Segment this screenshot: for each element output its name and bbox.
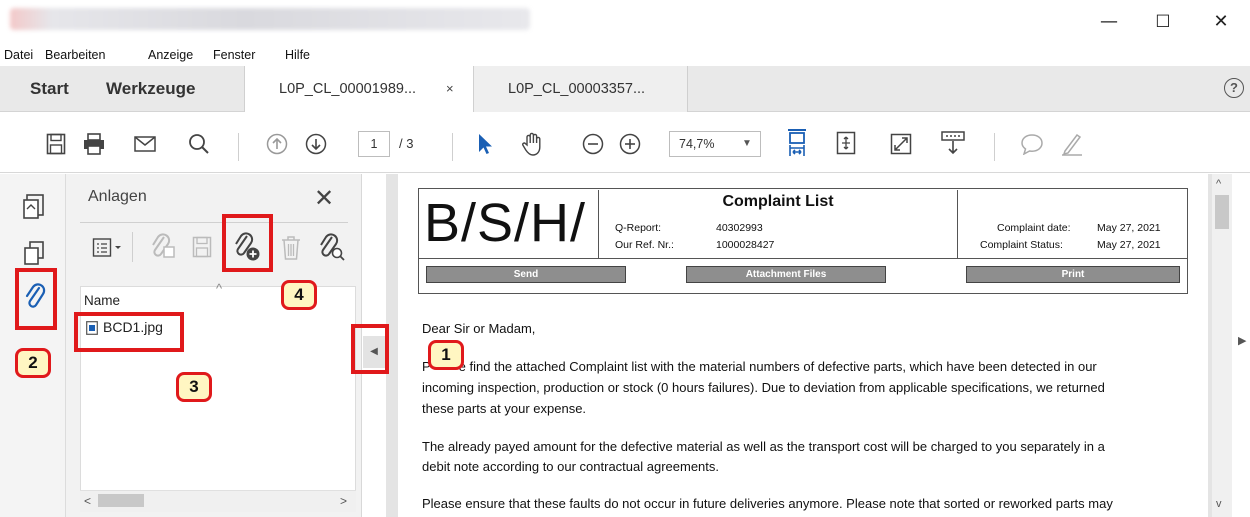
send-button[interactable]: Send — [426, 266, 626, 283]
attachment-files-button[interactable]: Attachment Files — [686, 266, 886, 283]
open-attachment-icon[interactable] — [150, 233, 176, 261]
menu-datei[interactable]: Datei — [4, 48, 33, 62]
annotation-box-collapse — [351, 324, 389, 374]
copy-pages-icon[interactable] — [22, 240, 46, 266]
hand-tool-icon[interactable] — [521, 131, 545, 157]
scroll-right-icon[interactable]: > — [340, 494, 347, 508]
document-title: Complaint List — [722, 193, 834, 210]
annotation-badge-4: 4 — [281, 280, 317, 310]
body-paragraph-1-line-1: Pe find the attached Complaint list with… — [422, 357, 1192, 377]
q-report-label: Q-Report: — [615, 222, 662, 234]
letterhead-divider — [957, 190, 958, 258]
vertical-scrollbar-thumb[interactable] — [1215, 195, 1229, 229]
maximize-button[interactable]: ☐ — [1148, 10, 1178, 34]
fit-page-icon[interactable] — [836, 131, 856, 155]
annotation-box-add-attachment — [222, 214, 273, 272]
body-paragraph-3-line-1: Please ensure that these faults do not o… — [422, 496, 1113, 511]
page-thumbnails-icon[interactable] — [22, 193, 46, 221]
email-icon[interactable] — [134, 136, 156, 152]
search-icon[interactable] — [188, 133, 210, 155]
our-ref-label: Our Ref. Nr.: — [615, 239, 674, 251]
complaint-date-label: Complaint date: — [997, 222, 1071, 234]
panel-divider — [80, 222, 348, 223]
menu-bar: Datei Bearbeiten Anzeige Fenster Hilfe — [0, 46, 1250, 66]
menu-fenster[interactable]: Fenster — [213, 48, 255, 62]
scroll-up-icon[interactable]: ^ — [1216, 178, 1221, 190]
body-paragraph-1-line-3: these parts at your expense. — [422, 401, 587, 416]
save-attachment-icon[interactable] — [192, 236, 212, 258]
our-ref-value: 1000028427 — [716, 239, 775, 251]
toolbar-separator — [994, 133, 995, 161]
navigation-rail — [0, 174, 66, 517]
tab-document-1[interactable]: L0P_CL_00001989... — [244, 66, 474, 112]
scroll-down-icon[interactable]: v — [1216, 498, 1222, 510]
zoom-in-icon[interactable] — [619, 133, 641, 155]
prev-page-icon[interactable] — [266, 133, 288, 155]
q-report-value: 40302993 — [716, 222, 763, 234]
letterhead-divider — [418, 258, 1188, 259]
tab-werkzeuge[interactable]: Werkzeuge — [106, 66, 195, 112]
panel-toolbar-separator — [132, 232, 133, 262]
letterhead-divider — [598, 190, 599, 258]
fullscreen-icon[interactable] — [890, 133, 912, 155]
attachments-panel-title: Anlagen — [88, 188, 147, 205]
options-menu-icon[interactable] — [92, 236, 124, 260]
body-paragraph-1-line-2: incoming inspection, production or stock… — [422, 380, 1105, 395]
column-header-name[interactable]: Name — [84, 293, 120, 308]
print-icon[interactable] — [82, 132, 106, 156]
page-total: / 3 — [399, 136, 414, 151]
menu-bearbeiten[interactable]: Bearbeiten — [45, 48, 105, 62]
body-paragraph-2-line-2: debit note according to our contractual … — [422, 459, 720, 474]
toolbar-separator — [452, 133, 453, 161]
annotation-badge-1: 1 — [428, 340, 464, 370]
body-paragraph-2-line-1: The already payed amount for the defecti… — [422, 439, 1105, 454]
annotation-box-file — [74, 312, 184, 352]
close-panel-icon[interactable]: ✕ — [314, 184, 334, 212]
annotation-box-attachments-icon — [15, 268, 57, 330]
page-number-input[interactable]: 1 — [358, 131, 390, 157]
body-paragraph-1-rest: e find the attached Complaint list with … — [458, 359, 1097, 374]
delete-attachment-icon[interactable] — [280, 235, 302, 261]
tab-document-2[interactable]: L0P_CL_00003357... — [474, 66, 688, 112]
annotation-badge-2: 2 — [15, 348, 51, 378]
select-cursor-icon[interactable] — [476, 133, 494, 155]
tab-bar: Start Werkzeuge L0P_CL_00001989... × L0P… — [0, 66, 1250, 112]
salutation: Dear Sir or Madam, — [422, 321, 536, 336]
close-window-button[interactable]: ✕ — [1206, 10, 1236, 34]
minimize-button[interactable]: — — [1094, 10, 1124, 34]
complaint-status-label: Complaint Status: — [980, 239, 1063, 251]
expand-right-panel-icon[interactable]: ▶ — [1238, 334, 1246, 347]
next-page-icon[interactable] — [305, 133, 327, 155]
fit-width-icon[interactable] — [786, 128, 808, 158]
tab-start[interactable]: Start — [30, 66, 69, 112]
help-icon[interactable]: ? — [1224, 78, 1244, 98]
company-logo: B/S/H/ — [424, 193, 587, 253]
print-button[interactable]: Print — [966, 266, 1180, 283]
toolbar-separator — [238, 133, 239, 161]
window-title-blurred — [10, 8, 530, 30]
horizontal-scrollbar-thumb[interactable] — [98, 494, 144, 507]
menu-hilfe[interactable]: Hilfe — [285, 48, 310, 62]
tab-document-1-label: L0P_CL_00001989... — [279, 81, 417, 97]
complaint-status-value: May 27, 2021 — [1097, 239, 1161, 251]
chevron-down-icon[interactable]: ▼ — [742, 131, 752, 157]
scroll-left-icon[interactable]: < — [84, 494, 91, 508]
sign-icon[interactable] — [1060, 131, 1084, 157]
scroll-mode-icon[interactable] — [940, 130, 966, 156]
tab-document-2-label: L0P_CL_00003357... — [508, 81, 646, 97]
close-tab-icon[interactable]: × — [446, 66, 454, 112]
annotation-badge-3: 3 — [176, 372, 212, 402]
comment-icon[interactable] — [1020, 133, 1044, 155]
save-icon[interactable] — [46, 133, 66, 155]
zoom-level-value: 74,7% — [679, 137, 715, 151]
menu-anzeige[interactable]: Anzeige — [148, 48, 193, 62]
sort-ascending-icon: ^ — [216, 281, 223, 296]
complaint-date-value: May 27, 2021 — [1097, 222, 1161, 234]
search-attachment-icon[interactable] — [318, 233, 346, 261]
zoom-out-icon[interactable] — [582, 133, 604, 155]
